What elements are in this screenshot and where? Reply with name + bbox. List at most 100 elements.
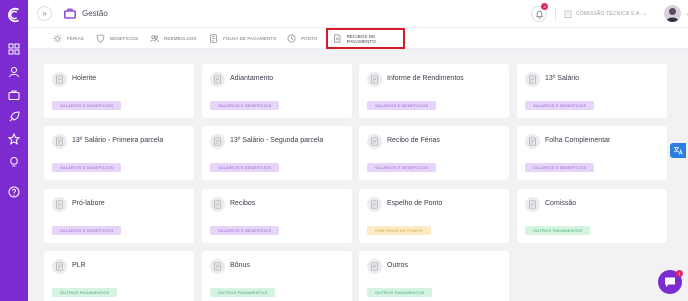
- receipt-card[interactable]: 13º Salário - Segunda parcela SALÁRIOS E…: [202, 126, 352, 180]
- tab-label: PONTO: [301, 36, 318, 41]
- tab-label: REEMBOLSOS: [164, 36, 197, 41]
- tab-label: FÉRIAS: [67, 36, 84, 41]
- divider: [555, 7, 556, 21]
- tab-ferias[interactable]: FÉRIAS: [53, 28, 84, 49]
- receipt-icon: [334, 34, 341, 43]
- category-badge: SALÁRIOS E BENEFÍCIOS: [367, 163, 437, 172]
- document-icon: [367, 197, 382, 212]
- document-icon: [210, 197, 225, 212]
- receipt-card[interactable]: Informe de Rendimentos SALÁRIOS E BENEFÍ…: [359, 64, 509, 118]
- receipt-card[interactable]: Folha Complementar SALÁRIOS E BENEFÍCIOS: [517, 126, 667, 180]
- document-icon: [367, 72, 382, 87]
- card-title: 13º Salário - Segunda parcela: [230, 137, 324, 144]
- receipt-card[interactable]: 13º Salário - Primeira parcela SALÁRIOS …: [44, 126, 194, 180]
- module-title: Gestão: [82, 9, 108, 18]
- bell-icon: [536, 10, 543, 19]
- category-badge: OUTROS PAGAMENTOS: [525, 226, 591, 235]
- document-icon: [210, 259, 225, 274]
- receipt-card[interactable]: Holerite SALÁRIOS E BENEFÍCIOS: [44, 64, 194, 118]
- category-badge: SALÁRIOS E BENEFÍCIOS: [52, 163, 122, 172]
- tab-ponto[interactable]: PONTO: [287, 28, 317, 49]
- translate-icon: [673, 147, 683, 155]
- sidebar: [0, 0, 28, 301]
- receipt-card[interactable]: PLR OUTROS PAGAMENTOS: [44, 251, 194, 301]
- briefcase-icon[interactable]: [8, 89, 20, 101]
- category-badge: SALÁRIOS E BENEFÍCIOS: [210, 226, 280, 235]
- app-logo-icon[interactable]: [5, 6, 23, 24]
- lightbulb-icon[interactable]: [8, 156, 20, 168]
- tab-label: RECIBOS DE PAGAMENTO: [346, 33, 376, 44]
- expand-sidebar-button[interactable]: »: [37, 6, 52, 21]
- document-icon: [210, 134, 225, 149]
- building-icon: [564, 10, 572, 18]
- category-badge: SALÁRIOS E BENEFÍCIOS: [525, 163, 595, 172]
- document-icon: [52, 259, 67, 274]
- document-icon: [525, 134, 540, 149]
- receipt-card[interactable]: Espelho de Ponto CONTROLE DE PONTO: [359, 189, 509, 243]
- chevron-down-icon[interactable]: ⌄: [642, 10, 647, 17]
- shield-icon: [96, 34, 105, 43]
- category-badge: CONTROLE DE PONTO: [367, 226, 431, 235]
- document-icon: [52, 134, 67, 149]
- sun-icon: [53, 34, 62, 43]
- card-title: Espelho de Ponto: [387, 200, 443, 207]
- tab-label: FOLHA DE PAGAMENTO: [223, 36, 277, 41]
- category-badge: OUTROS PAGAMENTOS: [210, 288, 276, 297]
- receipt-card[interactable]: Bônus OUTROS PAGAMENTOS: [202, 251, 352, 301]
- receipt-card[interactable]: Comissão OUTROS PAGAMENTOS: [517, 189, 667, 243]
- briefcase-icon: [64, 8, 76, 19]
- document-icon: [367, 259, 382, 274]
- top-bar: » Gestão 3 COMISSÃO TÉCNICA S.A. ⌄ ⌄: [28, 0, 688, 28]
- document-icon: [52, 72, 67, 87]
- receipt-card[interactable]: 13º Salário SALÁRIOS E BENEFÍCIOS: [517, 64, 667, 118]
- help-icon[interactable]: [8, 186, 20, 198]
- tab-folha-de-pagamento[interactable]: FOLHA DE PAGAMENTO: [209, 28, 277, 49]
- star-icon[interactable]: [8, 133, 20, 145]
- chat-count-badge: 1: [676, 270, 683, 277]
- clock-icon: [287, 34, 296, 43]
- tab-recibos-de-pagamento[interactable]: RECIBOS DE PAGAMENTO: [326, 28, 405, 49]
- category-badge: SALÁRIOS E BENEFÍCIOS: [52, 226, 122, 235]
- document-icon: [210, 72, 225, 87]
- document-icon: [52, 197, 67, 212]
- tab-bar: FÉRIAS BENEFÍCIOS REEMBOLSOS FOLHA DE PA…: [28, 28, 688, 49]
- chat-icon: [665, 277, 675, 287]
- people-icon: [150, 35, 159, 43]
- user-icon[interactable]: [8, 66, 20, 78]
- card-title: Outros: [387, 262, 409, 269]
- company-selector[interactable]: COMISSÃO TÉCNICA S.A.: [576, 11, 641, 17]
- card-title: Holerite: [72, 75, 97, 82]
- receipt-card[interactable]: Recibo de Férias SALÁRIOS E BENEFÍCIOS: [359, 126, 509, 180]
- category-badge: SALÁRIOS E BENEFÍCIOS: [367, 101, 437, 110]
- card-title: 13º Salário: [545, 75, 580, 82]
- card-title: Folha Complementar: [545, 137, 611, 144]
- card-title: Adiantamento: [230, 75, 274, 82]
- document-icon: [367, 134, 382, 149]
- receipt-card[interactable]: Outros OUTROS PAGAMENTOS: [359, 251, 509, 301]
- category-badge: SALÁRIOS E BENEFÍCIOS: [210, 101, 280, 110]
- translate-button[interactable]: [670, 143, 686, 158]
- card-title: Bônus: [230, 262, 250, 269]
- category-badge: OUTROS PAGAMENTOS: [367, 288, 433, 297]
- category-badge: SALÁRIOS E BENEFÍCIOS: [210, 163, 280, 172]
- tab-reembolsos[interactable]: REEMBOLSOS: [150, 28, 197, 49]
- document-icon: [210, 34, 217, 43]
- receipt-card[interactable]: Adiantamento SALÁRIOS E BENEFÍCIOS: [202, 64, 352, 118]
- category-badge: SALÁRIOS E BENEFÍCIOS: [52, 101, 122, 110]
- card-title: Recibos: [230, 200, 256, 207]
- grid-icon[interactable]: [8, 43, 20, 55]
- tab-beneficios[interactable]: BENEFÍCIOS: [96, 28, 138, 49]
- tab-label: BENEFÍCIOS: [110, 36, 139, 41]
- card-title: Pró-labore: [72, 200, 105, 207]
- document-icon: [525, 72, 540, 87]
- category-badge: SALÁRIOS E BENEFÍCIOS: [525, 101, 595, 110]
- card-title: Informe de Rendimentos: [387, 75, 464, 82]
- card-title: 13º Salário - Primeira parcela: [72, 137, 164, 144]
- receipt-card[interactable]: Pró-labore SALÁRIOS E BENEFÍCIOS: [44, 189, 194, 243]
- card-title: Recibo de Férias: [387, 137, 440, 144]
- card-title: Comissão: [545, 200, 577, 207]
- receipt-card[interactable]: Recibos SALÁRIOS E BENEFÍCIOS: [202, 189, 352, 243]
- notification-count-badge: 3: [541, 3, 548, 10]
- rocket-icon[interactable]: [8, 111, 20, 123]
- avatar[interactable]: [664, 5, 681, 22]
